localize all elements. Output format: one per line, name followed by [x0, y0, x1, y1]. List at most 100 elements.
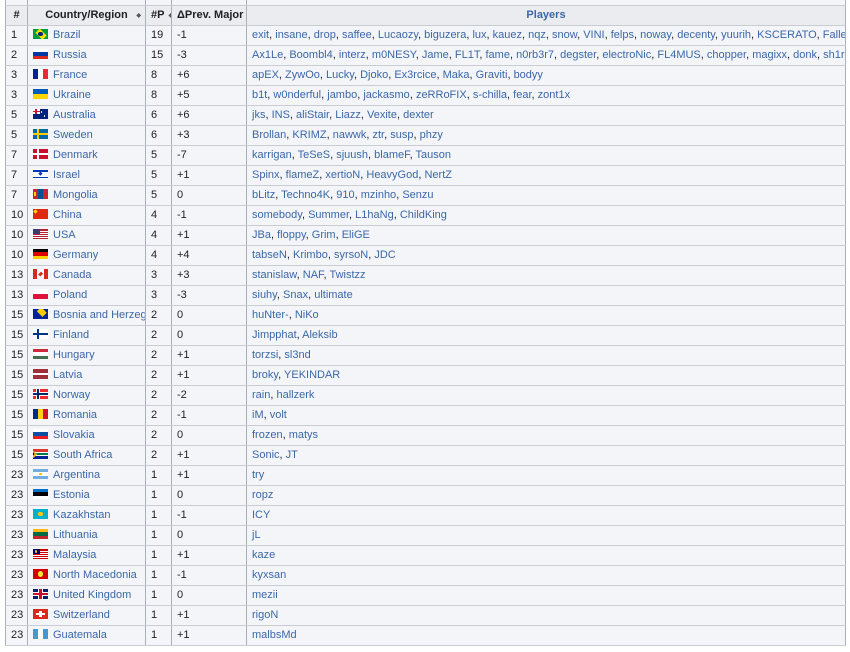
country-link[interactable]: Guatemala [53, 629, 107, 641]
player-link[interactable]: Grim [312, 229, 336, 241]
player-link[interactable]: drop [314, 29, 336, 41]
player-link[interactable]: apEX [252, 69, 279, 81]
player-link[interactable]: ropz [252, 489, 273, 501]
player-link[interactable]: HeavyGod [366, 169, 418, 181]
player-link[interactable]: VINI [583, 29, 604, 41]
player-link[interactable]: Graviti [476, 69, 508, 81]
column-header-players[interactable]: Players [247, 5, 846, 25]
player-link[interactable]: chopper [707, 49, 746, 61]
player-link[interactable]: susp [390, 129, 413, 141]
country-link[interactable]: Poland [53, 289, 87, 301]
player-link[interactable]: degster [560, 49, 596, 61]
player-link[interactable]: Liazz [335, 109, 361, 121]
player-link[interactable]: Vexite [367, 109, 397, 121]
country-link[interactable]: China [53, 209, 82, 221]
country-link[interactable]: Brazil [53, 29, 81, 41]
country-link[interactable]: Slovakia [53, 429, 95, 441]
player-link[interactable]: JT [286, 449, 298, 461]
player-link[interactable]: jambo [327, 89, 357, 101]
country-link[interactable]: Ukraine [53, 89, 91, 101]
player-link[interactable]: sh1ro [823, 49, 845, 61]
column-header-player-count[interactable]: #P◆ [146, 5, 172, 25]
player-link[interactable]: Spinx [252, 169, 280, 181]
player-link[interactable]: floppy [277, 229, 306, 241]
country-link[interactable]: Germany [53, 249, 98, 261]
column-header-delta-prev-major[interactable]: ΔPrev. Major◆ [172, 5, 247, 25]
player-link[interactable]: FL4MUS [657, 49, 700, 61]
player-link[interactable]: NAF [303, 269, 324, 281]
player-link[interactable]: blameF [374, 149, 409, 161]
player-link[interactable]: electroNic [602, 49, 651, 61]
player-link[interactable]: matys [289, 429, 318, 441]
country-link[interactable]: United Kingdom [53, 589, 131, 601]
country-link[interactable]: Israel [53, 169, 80, 181]
player-link[interactable]: tabseN [252, 249, 287, 261]
player-link[interactable]: s-chilla [473, 89, 507, 101]
player-link[interactable]: m0NESY [372, 49, 416, 61]
player-link[interactable]: fame [485, 49, 509, 61]
player-link[interactable]: frozen [252, 429, 283, 441]
player-link[interactable]: NiKo [295, 309, 319, 321]
country-link[interactable]: France [53, 69, 87, 81]
country-link[interactable]: Finland [53, 329, 89, 341]
player-link[interactable]: nqz [528, 29, 546, 41]
country-link[interactable]: Bosnia and Herzegovina [53, 309, 146, 321]
player-link[interactable]: xertioN [325, 169, 360, 181]
country-link[interactable]: Malaysia [53, 549, 96, 561]
player-link[interactable]: kyxsan [252, 569, 286, 581]
country-link[interactable]: Lithuania [53, 529, 98, 541]
player-link[interactable]: magixx [752, 49, 787, 61]
player-link[interactable]: NertZ [424, 169, 452, 181]
player-link[interactable]: ztr [372, 129, 384, 141]
player-link[interactable]: bodyy [514, 69, 543, 81]
player-link[interactable]: fear [513, 89, 531, 101]
player-link[interactable]: Boombl4 [289, 49, 332, 61]
player-link[interactable]: flameZ [286, 169, 320, 181]
player-link[interactable]: iM [252, 409, 264, 421]
player-link[interactable]: Jimpphat [252, 329, 297, 341]
player-link[interactable]: insane [275, 29, 307, 41]
player-link[interactable]: torzsi [252, 349, 278, 361]
player-link[interactable]: syrsoN [334, 249, 368, 261]
country-link[interactable]: Russia [53, 49, 87, 61]
player-link[interactable]: felps [611, 29, 634, 41]
player-link[interactable]: interz [339, 49, 366, 61]
player-link[interactable]: ICY [252, 509, 270, 521]
country-link[interactable]: Estonia [53, 489, 90, 501]
country-link[interactable]: Kazakhstan [53, 509, 110, 521]
player-link[interactable]: Lucaozy [378, 29, 418, 41]
player-link[interactable]: saffee [342, 29, 372, 41]
player-link[interactable]: kaze [252, 549, 275, 561]
player-link[interactable]: Lucky [326, 69, 354, 81]
player-link[interactable]: Ax1Le [252, 49, 283, 61]
player-link[interactable]: donk [793, 49, 817, 61]
player-link[interactable]: Djoko [360, 69, 388, 81]
country-link[interactable]: Australia [53, 109, 96, 121]
player-link[interactable]: Snax [283, 289, 308, 301]
player-link[interactable]: jL [252, 529, 261, 541]
country-link[interactable]: Mongolia [53, 189, 98, 201]
player-link[interactable]: KRIMZ [292, 129, 326, 141]
player-link[interactable]: bLitz [252, 189, 275, 201]
player-link[interactable]: FL1T [455, 49, 479, 61]
player-link[interactable]: ultimate [314, 289, 353, 301]
player-link[interactable]: biguzera [424, 29, 466, 41]
player-link[interactable]: Techno4K [281, 189, 330, 201]
player-link[interactable]: ZywOo [285, 69, 320, 81]
player-link[interactable]: Aleksib [302, 329, 337, 341]
player-link[interactable]: Senzu [402, 189, 433, 201]
sort-icon[interactable]: ◆ [136, 13, 141, 19]
player-link[interactable]: mezii [252, 589, 278, 601]
player-link[interactable]: sjuush [336, 149, 368, 161]
country-link[interactable]: South Africa [53, 449, 112, 461]
player-link[interactable]: 910 [336, 189, 354, 201]
player-link[interactable]: Sonic [252, 449, 280, 461]
player-link[interactable]: KSCERATO [757, 29, 817, 41]
country-link[interactable]: Switzerland [53, 609, 110, 621]
player-link[interactable]: somebody [252, 209, 302, 221]
player-link[interactable]: broky [252, 369, 278, 381]
player-link[interactable]: Jame [422, 49, 449, 61]
player-link[interactable]: Summer [308, 209, 349, 221]
player-link[interactable]: dexter [403, 109, 434, 121]
country-link[interactable]: Canada [53, 269, 92, 281]
